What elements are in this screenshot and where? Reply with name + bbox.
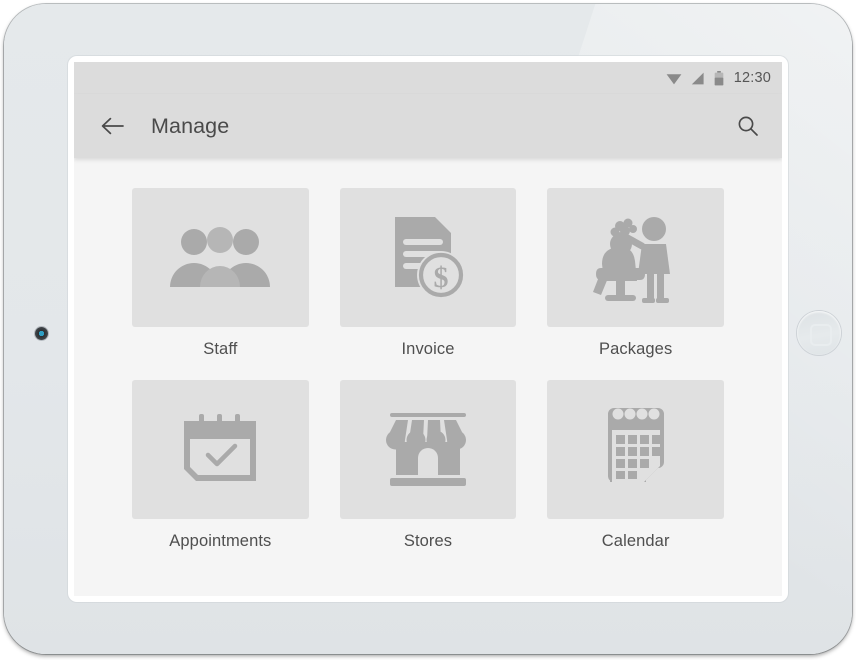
tile-label-packages: Packages <box>599 340 673 358</box>
wifi-icon <box>666 73 682 84</box>
front-camera-icon <box>35 327 48 340</box>
tile-label-staff: Staff <box>203 340 238 358</box>
tile-packages[interactable]: Packages <box>547 188 724 359</box>
tablet-screen: 12:30 Manage Staff $ Invoice Packages Ap… <box>68 56 788 602</box>
status-bar: 12:30 <box>74 62 782 94</box>
tile-label-stores: Stores <box>403 532 453 550</box>
back-button[interactable] <box>95 109 129 143</box>
tile-label-invoice: Invoice <box>401 340 455 358</box>
tile-art-appointments <box>132 380 309 519</box>
tile-staff[interactable]: Staff <box>132 188 309 359</box>
manage-tile-grid: Staff $ Invoice Packages Appointments St… <box>132 188 724 551</box>
tile-appointments[interactable]: Appointments <box>132 380 309 551</box>
calendar-check-icon <box>184 413 257 481</box>
tile-calendar[interactable]: Calendar <box>547 380 724 551</box>
search-icon <box>738 116 758 136</box>
people-group-icon <box>170 226 271 287</box>
status-bar-clock: 12:30 <box>733 69 771 86</box>
calendar-grid-icon <box>607 407 664 482</box>
tile-label-calendar: Calendar <box>601 532 670 550</box>
manage-content: Staff $ Invoice Packages Appointments St… <box>74 158 782 596</box>
back-arrow-icon <box>101 117 124 135</box>
tile-label-appointments: Appointments <box>169 532 272 550</box>
tile-art-staff <box>132 188 309 327</box>
tile-art-stores <box>339 380 517 519</box>
home-button[interactable] <box>797 311 841 355</box>
invoice-dollar-icon: $ <box>394 216 465 299</box>
search-button[interactable] <box>731 109 765 143</box>
cellular-signal-icon <box>691 72 704 84</box>
page-title: Manage <box>151 113 230 138</box>
tile-art-invoice: $ <box>339 188 517 327</box>
tile-art-calendar <box>547 380 724 519</box>
tile-stores[interactable]: Stores <box>339 380 517 551</box>
screen-content: 12:30 Manage Staff $ Invoice Packages Ap… <box>74 62 782 596</box>
tile-art-packages <box>547 188 724 327</box>
salon-stylist-icon <box>592 216 670 303</box>
tile-invoice[interactable]: $ Invoice <box>339 188 517 359</box>
app-bar: Manage <box>74 94 782 158</box>
tablet-device-frame: 12:30 Manage Staff $ Invoice Packages Ap… <box>4 4 852 654</box>
svg-text:$: $ <box>433 261 448 294</box>
battery-icon <box>714 70 724 85</box>
storefront-icon <box>385 412 466 486</box>
